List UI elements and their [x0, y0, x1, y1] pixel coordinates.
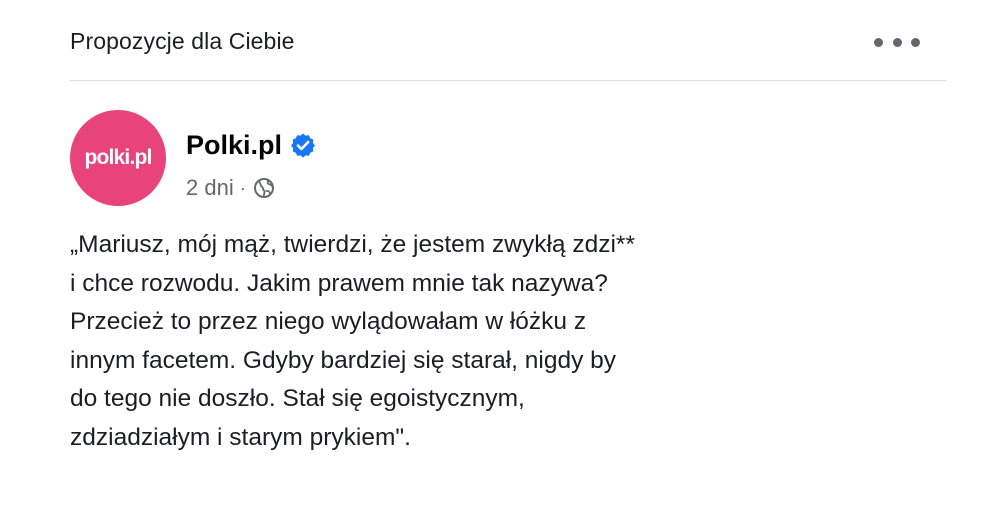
more-options-button[interactable] — [874, 30, 920, 54]
post-text-line: Przecież to przez niego wylądowałam w łó… — [70, 308, 587, 335]
post-timestamp[interactable]: 2 dni — [186, 175, 234, 201]
verified-badge-icon — [291, 133, 316, 158]
divider — [70, 80, 946, 81]
page-name-row: Polki.pl — [186, 128, 316, 162]
post-text-line: i chce rozwodu. Jakim prawem mnie tak na… — [70, 269, 608, 297]
page-avatar[interactable]: polki.pl — [70, 110, 166, 206]
page-name-link[interactable]: Polki.pl — [186, 130, 282, 161]
post-body-text: „Mariusz, mój mąż, twierdzi, że jestem z… — [70, 226, 930, 457]
more-dot-icon — [892, 37, 902, 47]
post-text-line: innym facetem. Gdyby bardziej się starał… — [70, 346, 617, 374]
section-title: Propozycje dla Ciebie — [70, 28, 295, 54]
avatar-logo-text: polki.pl — [84, 146, 152, 169]
post-text-line: „Mariusz, mój mąż, twierdzi, że jestem z… — [70, 231, 635, 258]
more-dot-icon — [874, 37, 883, 47]
more-dot-icon — [911, 37, 920, 47]
post-meta: 2 dni · — [186, 174, 275, 202]
post-text-line: do tego nie doszło. Stał się egoistyczny… — [70, 385, 525, 412]
suggestions-header: Propozycje dla Ciebie — [0, 0, 990, 80]
post-text-line: zdziadziałym i starym prykiem". — [70, 423, 411, 451]
globe-icon[interactable] — [253, 177, 275, 199]
post-header: polki.pl Polki.pl 2 dni · — [70, 110, 950, 210]
meta-separator: · — [239, 177, 246, 198]
feed-card: Propozycje dla Ciebie polki.pl Polki.pl … — [0, 0, 990, 520]
